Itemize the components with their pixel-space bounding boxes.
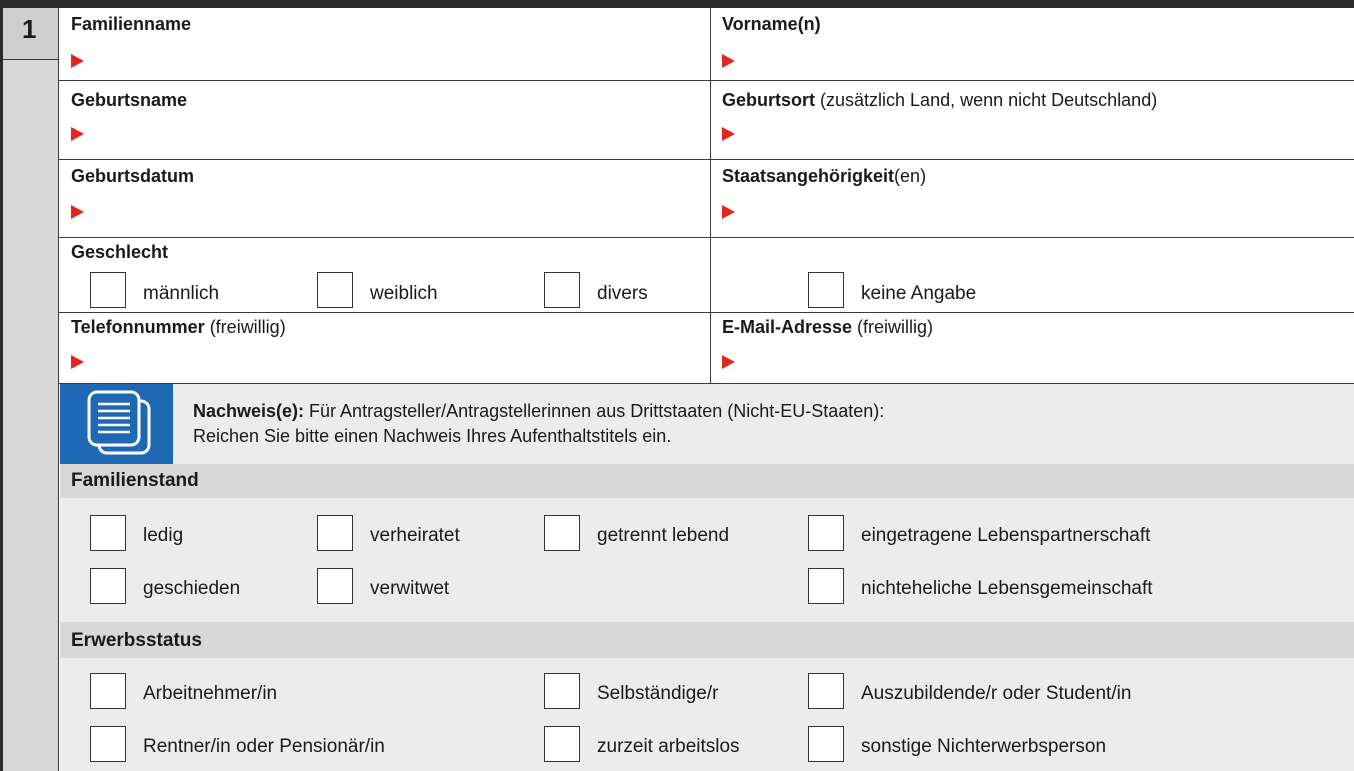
familienname-field[interactable]: Familienname	[60, 9, 710, 80]
email-label-bold: E-Mail-Adresse	[722, 317, 853, 337]
nachweis-icon-box	[60, 384, 173, 464]
staatsangehoerigkeit-field[interactable]: Staatsangehörigkeit(en)	[711, 160, 1354, 237]
staatsangehoerigkeit-suffix: (en)	[894, 166, 927, 186]
geburtsort-label-bold: Geburtsort	[722, 90, 816, 110]
option-label-ledig: ledig	[143, 525, 184, 546]
checkbox-selbstaendige[interactable]	[544, 673, 580, 709]
checkbox-verwitwet[interactable]	[317, 568, 353, 604]
checkbox-geschieden[interactable]	[90, 568, 126, 604]
option-label-geschieden: geschieden	[143, 578, 241, 599]
input-marker-icon	[722, 54, 735, 68]
geburtsname-field[interactable]: Geburtsname	[60, 81, 710, 159]
option-label-verheiratet: verheiratet	[370, 525, 460, 546]
input-marker-icon	[71, 127, 84, 141]
form-header-bar	[0, 0, 1354, 8]
checkbox-weiblich[interactable]	[317, 272, 353, 308]
option-label-selbstaendige: Selbständige/r	[597, 683, 719, 704]
option-label-nichteheliche-lebensgemeinschaft: nichteheliche Lebensgemeinschaft	[861, 578, 1153, 599]
nachweis-title: Nachweis(e):	[193, 401, 305, 421]
option-label-arbeitslos: zurzeit arbeitslos	[597, 736, 740, 757]
nachweis-line-2: Reichen Sie bitte einen Nachweis Ihres A…	[193, 426, 672, 446]
staatsangehoerigkeit-label-bold: Staatsangehörigkeit	[722, 166, 895, 186]
familienstand-panel: ledig verheiratet getrennt lebend einget…	[60, 498, 1354, 622]
input-marker-icon	[722, 127, 735, 141]
telefon-field[interactable]: Telefonnummer (freiwillig)	[60, 313, 710, 383]
input-marker-icon	[71, 355, 84, 369]
checkbox-rentner[interactable]	[90, 726, 126, 762]
option-label-arbeitnehmer: Arbeitnehmer/in	[143, 683, 278, 704]
option-label-maennlich: männlich	[143, 283, 220, 304]
erwerbsstatus-panel: Arbeitnehmer/in Selbständige/r Auszubild…	[60, 658, 1354, 771]
nachweis-line-1-text: Für Antragsteller/Antragstellerinnen aus…	[304, 401, 885, 421]
staatsangehoerigkeit-label: Staatsangehörigkeit(en)	[722, 165, 926, 187]
option-label-weiblich: weiblich	[370, 283, 438, 304]
checkbox-arbeitslos[interactable]	[544, 726, 580, 762]
nachweis-line-1: Nachweis(e): Für Antragsteller/Antragste…	[193, 399, 884, 424]
vornamen-field[interactable]: Vorname(n)	[711, 9, 1354, 80]
option-label-rentner: Rentner/in oder Pensionär/in	[143, 736, 385, 757]
input-marker-icon	[722, 355, 735, 369]
geburtsdatum-field[interactable]: Geburtsdatum	[60, 160, 710, 237]
telefon-label-bold: Telefonnummer	[71, 317, 205, 337]
checkbox-ledig[interactable]	[90, 515, 126, 551]
geburtsname-label: Geburtsname	[71, 90, 188, 110]
familienstand-title: Familienstand	[71, 470, 199, 491]
input-marker-icon	[71, 205, 84, 219]
input-marker-icon	[71, 54, 84, 68]
familienname-label: Familienname	[71, 14, 192, 34]
checkbox-nichterwerbsperson[interactable]	[808, 726, 844, 762]
option-label-getrennt-lebend: getrennt lebend	[597, 525, 730, 546]
option-label-verwitwet: verwitwet	[370, 578, 450, 599]
familienstand-header: Familienstand	[60, 464, 1354, 498]
option-label-divers: divers	[597, 283, 648, 304]
checkbox-keine-angabe[interactable]	[808, 272, 844, 308]
option-label-keine-angabe: keine Angabe	[861, 283, 977, 304]
telefon-hint: (freiwillig)	[204, 317, 286, 337]
nachweis-text: Nachweis(e): Für Antragsteller/Antragste…	[193, 399, 884, 449]
checkbox-verheiratet[interactable]	[317, 515, 353, 551]
geschlecht-title: Geschlecht	[71, 242, 169, 262]
checkbox-divers[interactable]	[544, 272, 580, 308]
telefon-label: Telefonnummer (freiwillig)	[71, 316, 286, 338]
checkbox-arbeitnehmer[interactable]	[90, 673, 126, 709]
checkbox-eingetragene-lebenspartnerschaft[interactable]	[808, 515, 844, 551]
geburtsort-label: Geburtsort (zusätzlich Land, wenn nicht …	[722, 89, 1157, 111]
email-hint: (freiwillig)	[852, 317, 934, 337]
option-label-auszubildende: Auszubildende/r oder Student/in	[861, 683, 1132, 704]
geschlecht-row: Geschlecht männlich weiblich divers kein…	[60, 238, 1354, 312]
section-number: 1	[22, 14, 37, 44]
input-marker-icon	[722, 205, 735, 219]
geburtsort-field[interactable]: Geburtsort (zusätzlich Land, wenn nicht …	[711, 81, 1354, 159]
checkbox-nichteheliche-lebensgemeinschaft[interactable]	[808, 568, 844, 604]
option-label-nichterwerbsperson: sonstige Nichterwerbsperson	[861, 736, 1107, 757]
geburtsort-hint: (zusätzlich Land, wenn nicht Deutschland…	[815, 90, 1158, 110]
vornamen-label: Vorname(n)	[722, 14, 821, 34]
erwerbsstatus-header: Erwerbsstatus	[60, 622, 1354, 658]
section-number-column	[0, 8, 59, 771]
document-icon	[87, 390, 151, 455]
geburtsdatum-label: Geburtsdatum	[71, 166, 195, 186]
email-field[interactable]: E-Mail-Adresse (freiwillig)	[711, 313, 1354, 383]
erwerbsstatus-title: Erwerbsstatus	[71, 630, 202, 651]
option-label-eingetragene-lebenspartnerschaft: eingetragene Lebenspartnerschaft	[861, 525, 1151, 546]
checkbox-getrennt-lebend[interactable]	[544, 515, 580, 551]
email-label: E-Mail-Adresse (freiwillig)	[722, 316, 933, 338]
checkbox-auszubildende[interactable]	[808, 673, 844, 709]
checkbox-maennlich[interactable]	[90, 272, 126, 308]
